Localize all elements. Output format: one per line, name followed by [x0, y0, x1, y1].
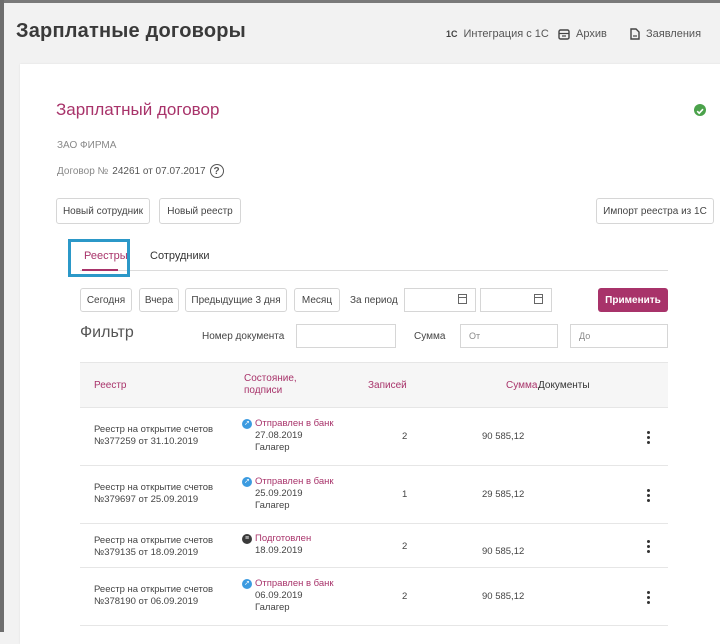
- nav-archive[interactable]: Архив: [558, 28, 607, 40]
- records-count: 1: [402, 489, 408, 500]
- registry-title: Реестр на открытие счетов: [94, 482, 214, 493]
- nav-archive-label: Архив: [576, 28, 607, 40]
- period-month-button[interactable]: Месяц: [294, 288, 340, 312]
- contract-number-line: Договор № 24261 от 07.07.2017 ?: [57, 164, 224, 178]
- new-registry-button[interactable]: Новый реестр: [159, 198, 241, 224]
- sum-value: 90 585,12: [482, 546, 525, 557]
- doc-number-label: Номер документа: [202, 331, 285, 342]
- archive-icon: [558, 28, 570, 40]
- tabs-divider: [80, 270, 668, 271]
- table-row[interactable]: Реестр на открытие счетов №379135 от 18.…: [80, 524, 668, 568]
- registry-title: Реестр на открытие счетов: [94, 584, 214, 595]
- status-date: 06.09.2019: [255, 590, 303, 601]
- contract-number-prefix: Договор №: [57, 165, 109, 177]
- status-text: Подготовлен: [255, 533, 312, 544]
- registry-cell[interactable]: Реестр на открытие счетов №379697 от 25.…: [94, 482, 213, 506]
- sum-value: 29 585,12: [482, 489, 525, 500]
- help-icon[interactable]: ?: [209, 164, 224, 178]
- status-cell: ➚ Отправлен в банк 06.09.2019 Галагер: [242, 578, 334, 614]
- contract-card: Зарплатный договор ЗАО ФИРМА Договор № 2…: [20, 64, 720, 644]
- row-menu-icon[interactable]: [647, 431, 650, 444]
- page-title: Зарплатные договоры: [16, 20, 246, 42]
- nav-integration-1c[interactable]: 1С Интеграция с 1С: [446, 28, 549, 40]
- document-icon: [630, 28, 640, 40]
- registry-title: Реестр на открытие счетов: [94, 535, 214, 546]
- table-row[interactable]: Реестр на открытие счетов №377259 от 31.…: [80, 408, 668, 466]
- calendar-icon[interactable]: [534, 294, 543, 304]
- status-signer: Галагер: [255, 500, 290, 511]
- sum-from-input[interactable]: От: [460, 324, 558, 348]
- window-left-edge: [0, 0, 4, 632]
- registry-title: Реестр на открытие счетов: [94, 424, 214, 435]
- table-row[interactable]: Реестр на открытие счетов №379697 от 25.…: [80, 466, 668, 524]
- row-menu-icon[interactable]: [647, 489, 650, 502]
- table-header: Реестр Состояние, подписи Записей Сумма …: [80, 362, 668, 408]
- col-documents: Документы: [538, 380, 590, 391]
- doc-number-input[interactable]: [296, 324, 396, 348]
- date-to-field[interactable]: [480, 288, 552, 312]
- status-cell: ≡ Подготовлен 18.09.2019: [242, 533, 311, 557]
- registry-cell[interactable]: Реестр на открытие счетов №379135 от 18.…: [94, 535, 213, 559]
- check-circle-icon: [694, 104, 706, 116]
- status-cell: ➚ Отправлен в банк 25.09.2019 Галагер: [242, 476, 334, 512]
- records-count: 2: [402, 431, 408, 442]
- row-menu-icon[interactable]: [647, 591, 650, 604]
- sent-icon: ➚: [242, 419, 252, 429]
- registry-number: №379135 от 18.09.2019: [94, 547, 199, 558]
- sent-icon: ➚: [242, 477, 252, 487]
- sum-value: 90 585,12: [482, 431, 525, 442]
- col-registry[interactable]: Реестр: [94, 380, 127, 391]
- window-top-edge: [0, 0, 720, 3]
- col-records[interactable]: Записей: [368, 380, 407, 391]
- registry-number: №379697 от 25.09.2019: [94, 494, 199, 505]
- period-today-button[interactable]: Сегодня: [80, 288, 132, 312]
- row-menu-icon[interactable]: [647, 540, 650, 553]
- status-text: Отправлен в банк: [255, 578, 334, 589]
- sum-value: 90 585,12: [482, 591, 525, 602]
- records-count: 2: [402, 591, 408, 602]
- status-text: Отправлен в банк: [255, 418, 334, 429]
- import-registry-button[interactable]: Импорт реестра из 1С: [596, 198, 714, 224]
- tab-employees[interactable]: Сотрудники: [150, 250, 210, 262]
- sum-to-placeholder: До: [579, 331, 591, 341]
- nav-integration-1c-label: Интеграция с 1С: [463, 28, 549, 40]
- sum-from-placeholder: От: [469, 331, 481, 341]
- registry-number: №377259 от 31.10.2019: [94, 436, 199, 447]
- period-yesterday-button[interactable]: Вчера: [139, 288, 179, 312]
- status-date: 18.09.2019: [255, 545, 303, 556]
- sent-icon: ➚: [242, 579, 252, 589]
- sum-to-input[interactable]: До: [570, 324, 668, 348]
- prepared-icon: ≡: [242, 534, 252, 544]
- period-range-label: За период: [350, 295, 398, 306]
- new-employee-button[interactable]: Новый сотрудник: [56, 198, 150, 224]
- calendar-icon[interactable]: [458, 294, 467, 304]
- records-count: 2: [402, 541, 408, 552]
- sum-label: Сумма: [414, 331, 446, 342]
- filter-title: Фильтр: [80, 324, 134, 341]
- contract-number: 24261 от 07.07.2017: [112, 165, 206, 177]
- status-date: 27.08.2019: [255, 430, 303, 441]
- status-signer: Галагер: [255, 602, 290, 613]
- table-row[interactable]: Реестр на открытие счетов №378190 от 06.…: [80, 568, 668, 626]
- col-sum[interactable]: Сумма: [506, 380, 537, 391]
- nav-applications[interactable]: Заявления: [630, 28, 701, 40]
- tab-highlight-frame: [68, 239, 130, 277]
- registry-cell[interactable]: Реестр на открытие счетов №377259 от 31.…: [94, 424, 213, 448]
- period-3days-button[interactable]: Предыдущие 3 дня: [185, 288, 287, 312]
- status-text: Отправлен в банк: [255, 476, 334, 487]
- apply-button[interactable]: Применить: [598, 288, 668, 312]
- col-status[interactable]: Состояние, подписи: [244, 373, 314, 397]
- 1c-icon: 1С: [446, 29, 458, 39]
- nav-applications-label: Заявления: [646, 28, 702, 40]
- registry-cell[interactable]: Реестр на открытие счетов №378190 от 06.…: [94, 584, 213, 608]
- date-from-field[interactable]: [404, 288, 476, 312]
- registry-number: №378190 от 06.09.2019: [94, 596, 199, 607]
- contract-title: Зарплатный договор: [56, 100, 220, 119]
- status-date: 25.09.2019: [255, 488, 303, 499]
- status-cell: ➚ Отправлен в банк 27.08.2019 Галагер: [242, 418, 334, 454]
- company-name: ЗАО ФИРМА: [57, 140, 117, 151]
- status-signer: Галагер: [255, 442, 290, 453]
